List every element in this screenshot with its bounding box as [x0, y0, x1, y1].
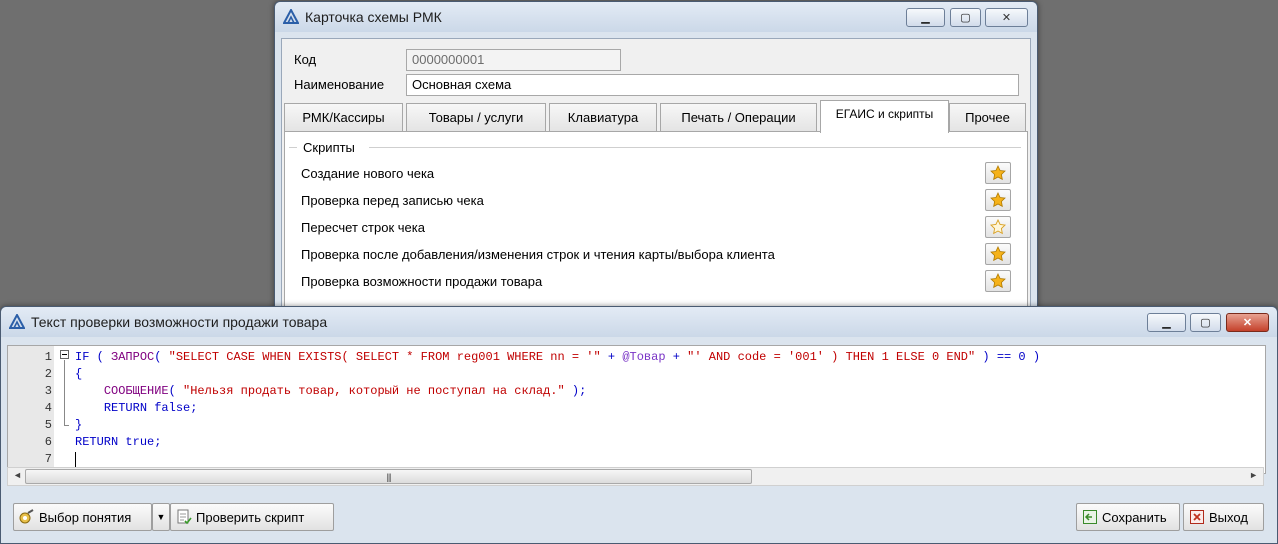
save-button[interactable]: Сохранить: [1076, 503, 1180, 531]
minimize-button[interactable]: ▁: [906, 8, 945, 27]
script-edit-button-new-check[interactable]: [985, 162, 1011, 184]
line-number-gutter: 1 2 3 4 5 6 7: [8, 346, 54, 473]
fold-guide: [64, 360, 65, 426]
line-number: 5: [44, 418, 52, 432]
maximize-icon: ▢: [1200, 317, 1211, 329]
group-divider: [289, 147, 297, 148]
text-cursor: [75, 452, 76, 467]
check-script-button[interactable]: Проверить скрипт: [170, 503, 334, 531]
chevron-down-icon: ▼: [156, 512, 166, 522]
code-line[interactable]: RETURN false;: [75, 400, 198, 417]
script-edit-button-after-line-change[interactable]: [985, 243, 1011, 265]
code-line[interactable]: СООБЩЕНИЕ( "Нельзя продать товар, которы…: [75, 383, 587, 400]
scroll-left-icon[interactable]: ◄: [13, 470, 22, 480]
code-line[interactable]: {: [75, 366, 82, 383]
select-concept-dropdown[interactable]: ▼: [152, 503, 170, 531]
editor-titlebar[interactable]: Текст проверки возможности продажи товар…: [1, 307, 1277, 337]
group-divider: [369, 147, 1021, 148]
code-editor[interactable]: 1 2 3 4 5 6 7 IF ( ЗАПРОС( "SELECT CASE …: [7, 345, 1266, 474]
name-field[interactable]: Основная схема: [406, 74, 1019, 96]
script-label-new-check: Создание нового чека: [301, 166, 435, 181]
code-field[interactable]: 0000000001: [406, 49, 621, 71]
close-button[interactable]: ✕: [1226, 313, 1269, 332]
line-number: 6: [44, 435, 52, 449]
name-label: Наименование: [294, 77, 385, 92]
fold-guide: [64, 425, 69, 426]
grip-icon: |||: [386, 471, 391, 482]
maximize-button[interactable]: ▢: [1190, 313, 1221, 332]
line-number: 3: [44, 384, 52, 398]
tab-other[interactable]: Прочее: [949, 103, 1026, 131]
close-button[interactable]: ✕: [985, 8, 1028, 27]
tab-keyboard[interactable]: Клавиатура: [549, 103, 657, 131]
star-filled-icon: [990, 192, 1006, 208]
line-number: 1: [44, 350, 52, 364]
tab-egais-scripts[interactable]: ЕГАИС и скрипты: [820, 100, 949, 133]
script-label-recalc-lines: Пересчет строк чека: [301, 220, 425, 235]
select-concept-button[interactable]: Выбор понятия: [13, 503, 152, 531]
app-logo-icon: [283, 9, 299, 25]
tab-print-operations[interactable]: Печать / Операции: [660, 103, 817, 131]
script-label-before-save: Проверка перед записью чека: [301, 193, 484, 208]
exit-button[interactable]: Выход: [1183, 503, 1264, 531]
editor-title: Текст проверки возможности продажи товар…: [31, 314, 328, 330]
star-filled-icon: [990, 246, 1006, 262]
star-empty-icon: [990, 219, 1006, 235]
exit-icon: [1189, 509, 1205, 525]
line-number: 4: [44, 401, 52, 415]
app-logo-icon: [9, 314, 25, 330]
card-client-area: Код 0000000001 Наименование Основная схе…: [281, 38, 1031, 313]
maximize-button[interactable]: ▢: [950, 8, 981, 27]
line-number: 2: [44, 367, 52, 381]
script-label-sale-check: Проверка возможности продажи товара: [301, 274, 543, 289]
script-edit-button-recalc-lines[interactable]: [985, 216, 1011, 238]
exit-label: Выход: [1209, 509, 1248, 525]
maximize-icon: ▢: [960, 12, 971, 24]
minimize-button[interactable]: ▁: [1147, 313, 1186, 332]
scripts-group-title: Скрипты: [299, 140, 359, 155]
scroll-right-icon[interactable]: ►: [1249, 470, 1258, 480]
star-filled-icon: [990, 273, 1006, 289]
line-number: 7: [44, 452, 52, 466]
check-script-label: Проверить скрипт: [196, 509, 305, 525]
tab-goods-services[interactable]: Товары / услуги: [406, 103, 546, 131]
code-line[interactable]: IF ( ЗАПРОС( "SELECT CASE WHEN EXISTS( S…: [75, 349, 1040, 366]
close-icon: ✕: [1001, 12, 1012, 24]
script-edit-button-before-save[interactable]: [985, 189, 1011, 211]
save-icon: [1082, 509, 1098, 525]
horizontal-scrollbar[interactable]: ◄ ||| ►: [7, 467, 1264, 486]
code-line[interactable]: RETURN true;: [75, 434, 161, 451]
card-titlebar[interactable]: Карточка схемы РМК ▁ ▢ ✕: [275, 2, 1037, 32]
script-editor-window: Текст проверки возможности продажи товар…: [0, 306, 1278, 544]
select-concept-label: Выбор понятия: [39, 509, 132, 525]
wand-icon: [19, 509, 35, 525]
code-label: Код: [294, 52, 317, 67]
script-label-after-line-change: Проверка после добавления/изменения стро…: [301, 247, 775, 262]
save-label: Сохранить: [1102, 509, 1167, 525]
fold-toggle-icon[interactable]: [60, 350, 69, 359]
check-document-icon: [176, 509, 192, 525]
minimize-icon: ▁: [1162, 317, 1171, 329]
script-edit-button-sale-check[interactable]: [985, 270, 1011, 292]
scheme-card-window: Карточка схемы РМК ▁ ▢ ✕ Код 0000000001 …: [274, 1, 1038, 313]
star-filled-icon: [990, 165, 1006, 181]
close-icon: ✕: [1242, 317, 1253, 329]
minimize-icon: ▁: [921, 12, 930, 24]
code-line[interactable]: }: [75, 417, 82, 434]
card-title: Карточка схемы РМК: [305, 9, 442, 25]
scripts-tab-panel: Скрипты Создание нового чека Проверка пе…: [284, 131, 1028, 312]
scrollbar-thumb[interactable]: |||: [25, 469, 752, 484]
tab-rmk-cashiers[interactable]: РМК/Кассиры: [284, 103, 403, 131]
